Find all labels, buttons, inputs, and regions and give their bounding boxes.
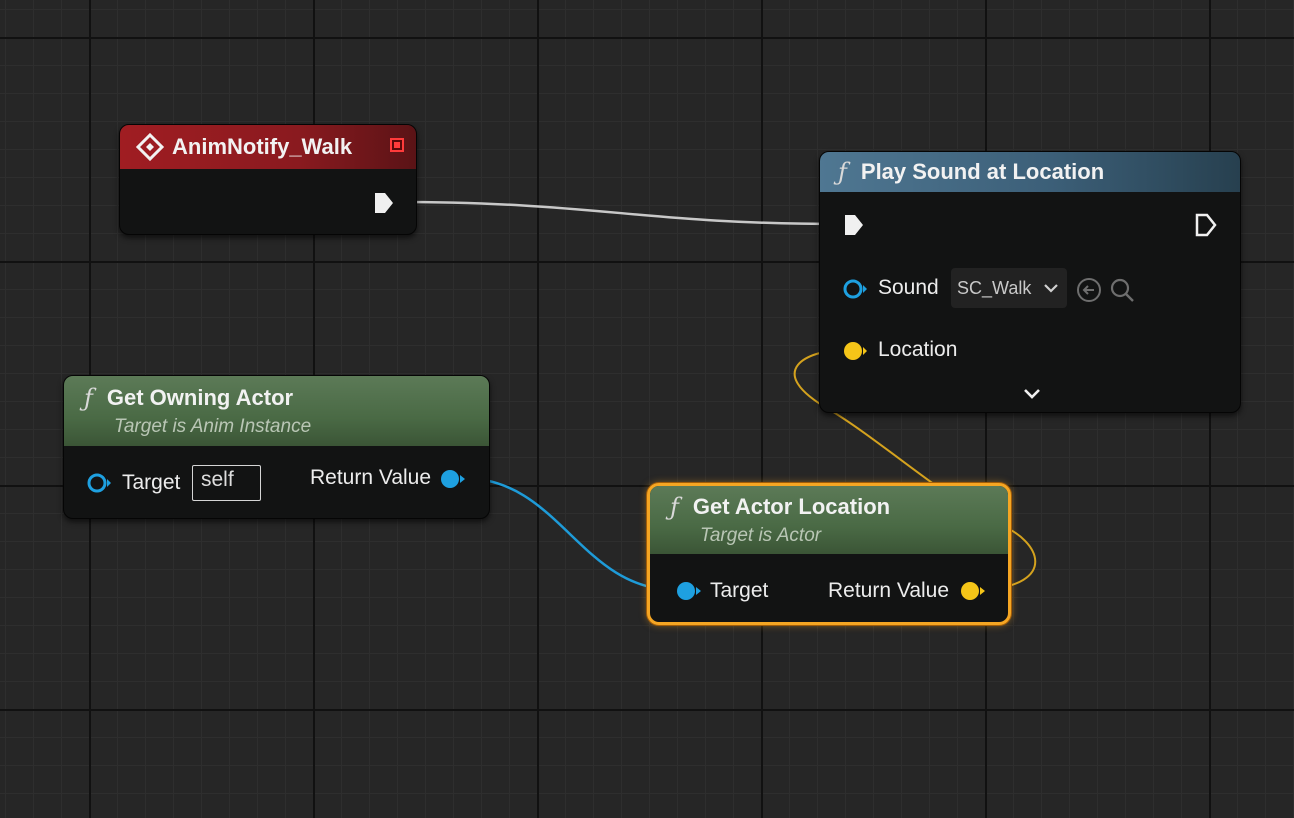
- play-sound-title: Play Sound at Location: [860, 159, 1105, 184]
- get-actor-location-header[interactable]: ƒ Get Actor Location Target is Actor: [650, 486, 1008, 554]
- get-actor-location-subtitle: Target is Actor: [700, 525, 822, 546]
- sound-asset-value: SC_Walk: [957, 277, 1032, 298]
- sound-pin[interactable]: [842, 277, 868, 301]
- get-actor-location-node[interactable]: ƒ Get Actor Location Target is Actor Tar…: [647, 483, 1011, 625]
- target-self-field[interactable]: self: [192, 465, 261, 501]
- anim-notify-header[interactable]: AnimNotify_Walk: [120, 125, 416, 169]
- get-actor-location-title: Get Actor Location: [692, 494, 891, 519]
- anim-notify-walk-node[interactable]: AnimNotify_Walk: [119, 124, 417, 235]
- exec-out-pin[interactable]: [372, 191, 396, 215]
- owner-to-target-wire: [462, 476, 677, 592]
- return-value-pin[interactable]: [438, 467, 466, 491]
- browse-asset-search-icon[interactable]: [1108, 276, 1136, 304]
- function-icon: ƒ: [84, 384, 93, 412]
- play-sound-header[interactable]: ƒ Play Sound at Location: [820, 152, 1240, 192]
- target-label: Target: [710, 579, 769, 602]
- use-selected-asset-icon[interactable]: [1075, 276, 1103, 304]
- delegate-pin-icon[interactable]: [390, 138, 404, 152]
- anim-notify-title: AnimNotify_Walk: [172, 134, 353, 159]
- play-sound-at-location-node[interactable]: ƒ Play Sound at Location Sound SC_Walk L…: [819, 151, 1241, 413]
- function-icon: ƒ: [670, 493, 679, 521]
- get-owning-actor-subtitle: Target is Anim Instance: [114, 416, 312, 437]
- target-label: Target: [122, 471, 181, 494]
- event-diamond-icon: [136, 133, 164, 161]
- get-owning-actor-node[interactable]: ƒ Get Owning Actor Target is Anim Instan…: [63, 375, 490, 519]
- expand-advanced-chevron-icon[interactable]: [1022, 387, 1042, 401]
- sound-asset-dropdown[interactable]: SC_Walk: [951, 268, 1067, 308]
- target-pin[interactable]: [674, 579, 702, 603]
- get-owning-actor-header[interactable]: ƒ Get Owning Actor Target is Anim Instan…: [64, 376, 489, 446]
- location-pin[interactable]: [842, 339, 868, 363]
- exec-in-pin[interactable]: [842, 213, 866, 237]
- exec-out-pin[interactable]: [1194, 213, 1218, 237]
- location-label: Location: [878, 338, 958, 361]
- return-value-label: Return Value: [828, 579, 950, 602]
- return-value-label: Return Value: [310, 466, 432, 489]
- function-icon: ƒ: [838, 158, 847, 186]
- target-pin[interactable]: [86, 471, 112, 495]
- return-value-pin[interactable]: [958, 579, 986, 603]
- exec-wire: [393, 200, 844, 226]
- get-owning-actor-title: Get Owning Actor: [106, 385, 294, 410]
- sound-label: Sound: [878, 276, 939, 299]
- chevron-down-icon: [1044, 284, 1058, 293]
